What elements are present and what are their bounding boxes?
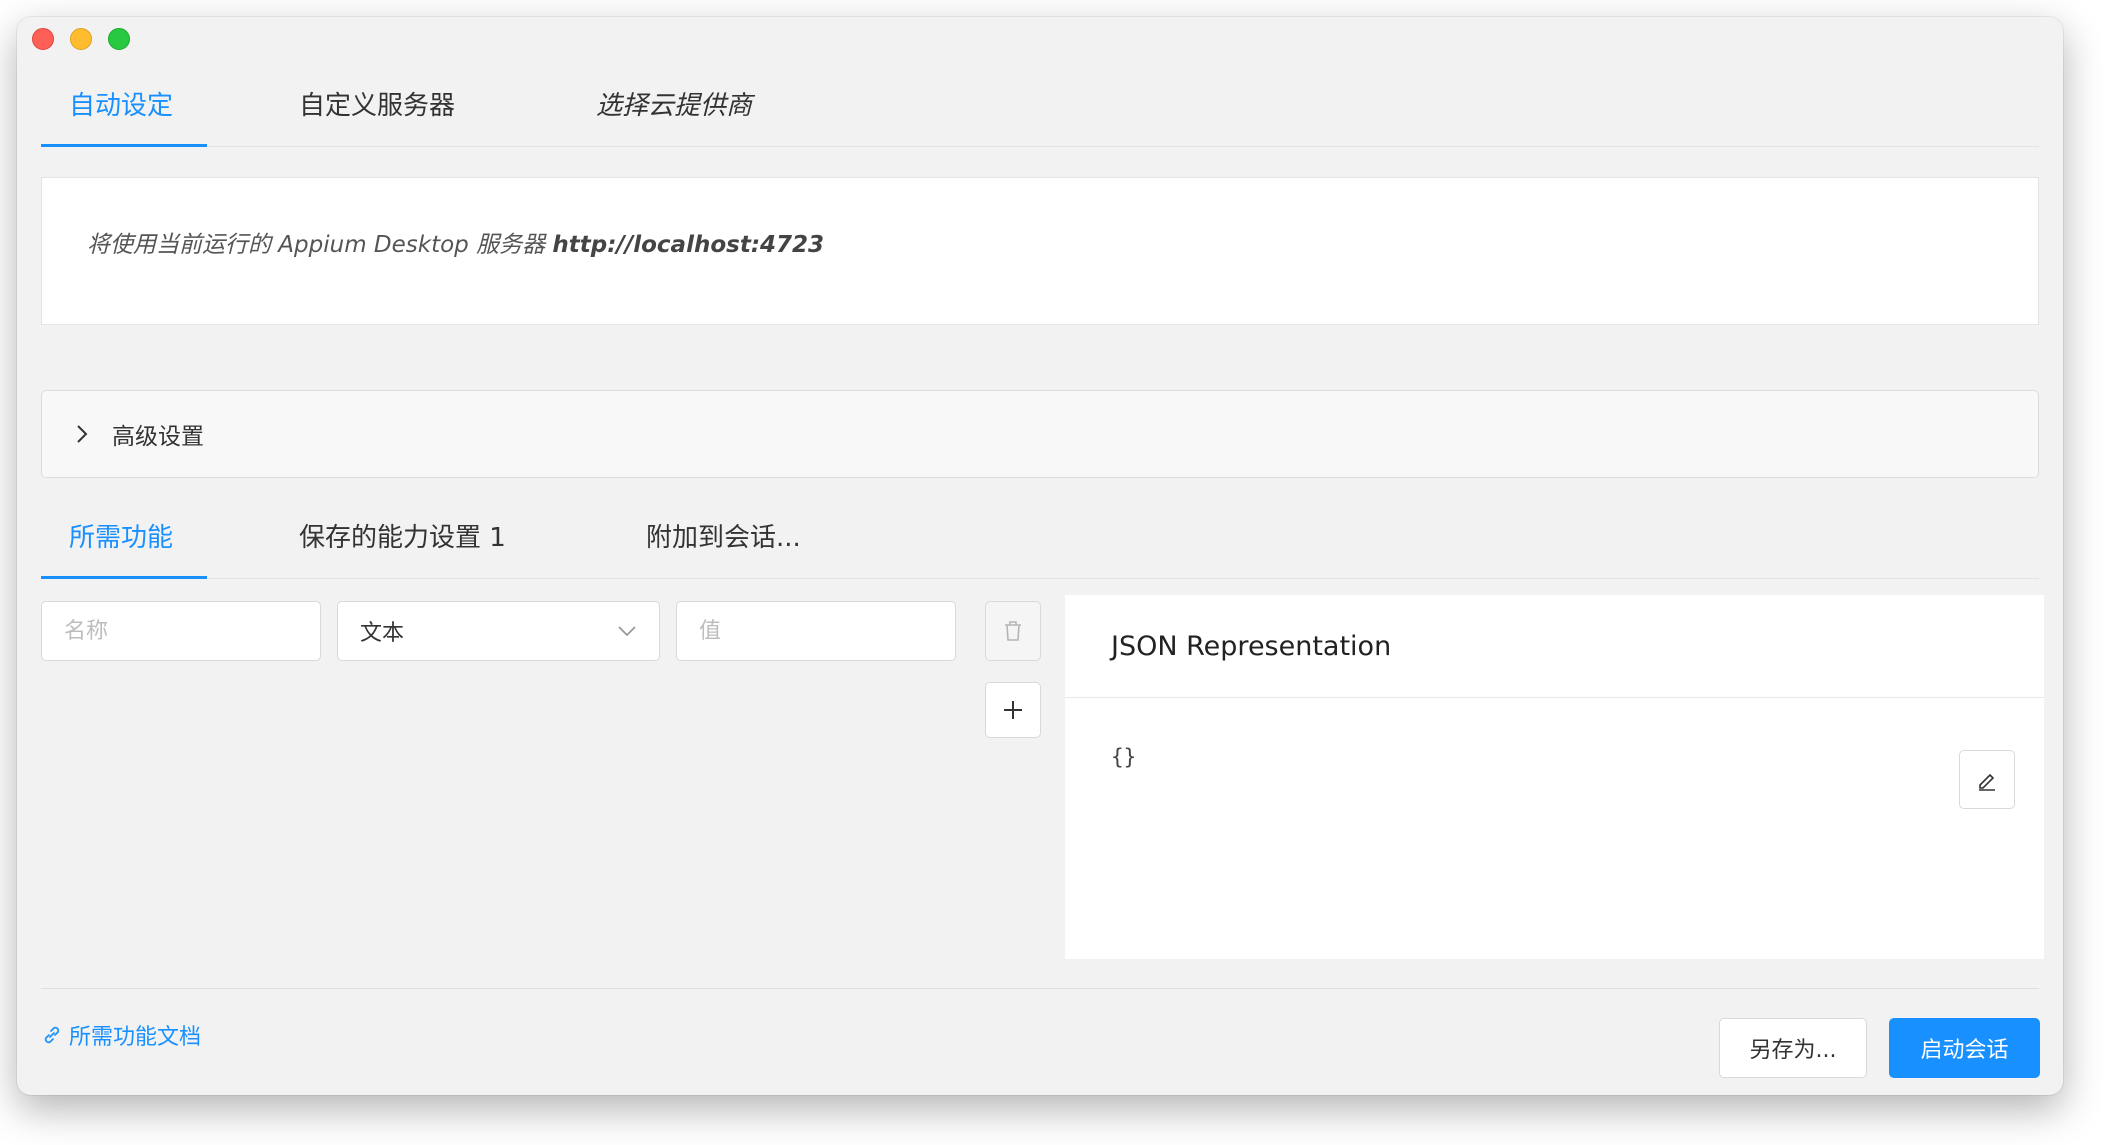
- desired-capabilities-docs-link[interactable]: 所需功能文档: [41, 1019, 201, 1051]
- maximize-window-button[interactable]: [108, 28, 130, 50]
- save-as-button[interactable]: 另存为...: [1719, 1018, 1867, 1078]
- tab-label: 附加到会话...: [646, 523, 801, 553]
- tab-saved-capability-sets[interactable]: 保存的能力设置 1: [299, 493, 506, 578]
- tab-custom-server[interactable]: 自定义服务器: [299, 61, 455, 146]
- docs-link-label: 所需功能文档: [69, 1025, 202, 1050]
- chevron-down-icon: [618, 626, 636, 637]
- tab-label: 所需功能: [69, 523, 174, 553]
- json-representation-panel: JSON Representation {}: [1065, 595, 2044, 959]
- capability-tabs: 所需功能 保存的能力设置 1 附加到会话...: [41, 493, 2039, 579]
- close-window-button[interactable]: [32, 28, 54, 50]
- server-info-text: 将使用当前运行的 Appium Desktop 服务器 http://local…: [87, 225, 824, 259]
- app-window: 自动设定 自定义服务器 选择云提供商 将使用当前运行的 Appium Deskt…: [17, 17, 2063, 1095]
- json-panel-title: JSON Representation: [1065, 595, 2044, 698]
- server-info-box: 将使用当前运行的 Appium Desktop 服务器 http://local…: [41, 177, 2039, 325]
- tab-automatic-server[interactable]: 自动设定: [69, 61, 173, 146]
- start-session-button[interactable]: 启动会话: [1889, 1018, 2040, 1078]
- edit-icon: [1979, 773, 1995, 791]
- capability-type-value: 文本: [360, 621, 405, 646]
- minimize-window-button[interactable]: [70, 28, 92, 50]
- capability-name-input[interactable]: [41, 601, 321, 661]
- capability-value-input[interactable]: [676, 601, 956, 661]
- capability-type-select[interactable]: 文本: [337, 601, 660, 661]
- advanced-settings-collapse[interactable]: 高级设置: [41, 390, 2039, 478]
- advanced-settings-label: 高级设置: [112, 424, 204, 450]
- tab-attach-to-session[interactable]: 附加到会话...: [646, 493, 801, 578]
- trash-icon: [1005, 621, 1021, 641]
- tab-label: 自定义服务器: [299, 91, 456, 121]
- server-info-prefix: 将使用当前运行的 Appium Desktop 服务器: [87, 232, 553, 258]
- plus-icon: [1004, 701, 1022, 719]
- active-tab-indicator: [41, 144, 207, 147]
- tab-label: 自动设定: [69, 91, 174, 121]
- server-tabs: 自动设定 自定义服务器 选择云提供商: [41, 61, 2039, 147]
- active-tab-indicator: [41, 576, 207, 579]
- tab-label: 保存的能力设置 1: [299, 523, 506, 553]
- footer-divider: [41, 988, 2039, 989]
- chevron-right-icon: [77, 425, 88, 443]
- edit-json-button[interactable]: [1959, 750, 2015, 809]
- tab-cloud-provider[interactable]: 选择云提供商: [596, 61, 752, 146]
- save-as-label: 另存为...: [1749, 1038, 1837, 1063]
- start-session-label: 启动会话: [1920, 1038, 2009, 1063]
- tab-desired-capabilities[interactable]: 所需功能: [69, 493, 173, 578]
- tab-label: 选择云提供商: [596, 91, 753, 121]
- add-capability-button[interactable]: [985, 682, 1041, 738]
- link-icon: [44, 1026, 60, 1044]
- delete-capability-button[interactable]: [985, 601, 1041, 661]
- server-url: http://localhost:4723: [552, 232, 825, 258]
- json-content: {}: [1111, 745, 1137, 769]
